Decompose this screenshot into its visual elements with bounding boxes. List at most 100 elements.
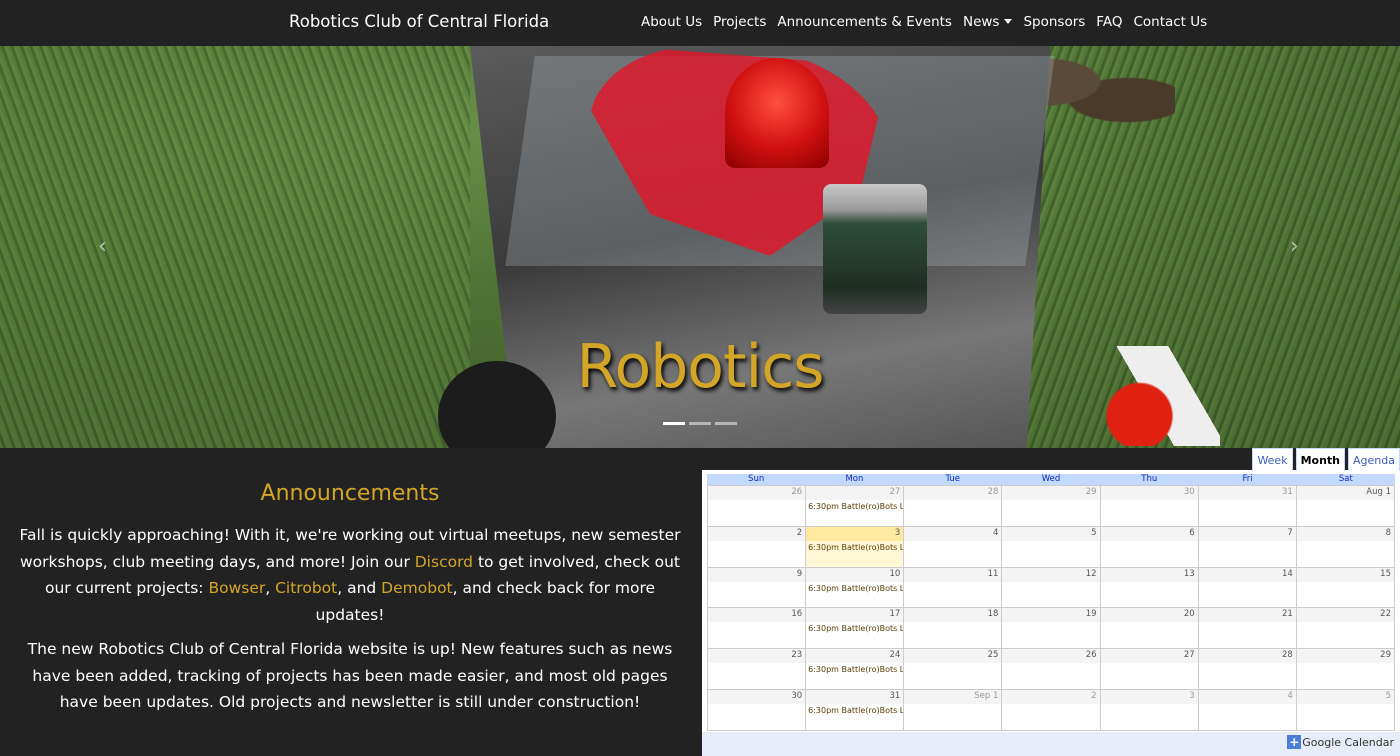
calendar-day-cell[interactable]: 2 <box>708 526 807 568</box>
calendar-day-cell[interactable]: 22 <box>1296 608 1395 650</box>
nav-news-label: News <box>962 14 1000 30</box>
day-number: 12 <box>1085 568 1097 579</box>
day-number: 18 <box>987 609 999 620</box>
tab-week[interactable]: Week <box>1252 448 1293 471</box>
calendar-day-cell[interactable]: 13 <box>1100 567 1199 609</box>
calendar-day-cell[interactable]: 21 <box>1198 608 1297 650</box>
announcements-section: Announcements Fall is quickly approachin… <box>0 448 700 756</box>
calendar-day-cell[interactable]: 7 <box>1198 526 1297 568</box>
carousel-prev-button[interactable]: ‹ <box>98 234 107 259</box>
nav-sponsors[interactable]: Sponsors <box>1023 14 1085 30</box>
carousel-indicator-3[interactable] <box>715 422 737 425</box>
calendar-day-cell[interactable]: 19 <box>1002 608 1101 650</box>
calendar-day-cell[interactable]: 26 <box>1002 649 1101 691</box>
calendar-day-cell[interactable]: 16 <box>708 608 807 650</box>
calendar-event[interactable]: 6:30pm Battle(ro)Bots Lab <box>808 502 903 511</box>
calendar-day-cell[interactable]: 29 <box>1002 486 1101 527</box>
calendar-event[interactable]: 6:30pm Battle(ro)Bots Lab <box>808 584 903 593</box>
calendar-day-cell[interactable]: 30 <box>1100 486 1199 527</box>
citrobot-link[interactable]: Citrobot <box>275 579 337 597</box>
calendar-day-cell[interactable]: 6 <box>1100 526 1199 568</box>
nav-news-dropdown[interactable]: News <box>962 14 1013 30</box>
tab-agenda[interactable]: Agenda <box>1348 448 1400 471</box>
calendar-footer: + Google Calendar <box>702 732 1400 756</box>
calendar-day-cell[interactable]: 3 <box>1100 690 1199 731</box>
calendar-day-cell[interactable]: Sep 1 <box>904 690 1003 731</box>
nav-announcements-events[interactable]: Announcements & Events <box>777 14 952 30</box>
calendar-day-cell[interactable]: 5 <box>1002 526 1101 568</box>
calendar-day-cell[interactable]: 11 <box>904 567 1003 609</box>
hero-title: Robotics <box>576 332 825 402</box>
calendar-day-cell[interactable]: 18 <box>904 608 1003 650</box>
day-number: 29 <box>1380 650 1391 661</box>
calendar-day-cell[interactable]: 27 <box>1100 649 1199 691</box>
day-band <box>1296 526 1394 541</box>
day-number: 24 <box>889 650 901 661</box>
calendar-event[interactable]: 6:30pm Battle(ro)Bots Lab <box>808 624 903 633</box>
day-number: 3 <box>894 527 901 538</box>
calendar-event[interactable]: 6:30pm Battle(ro)Bots Lab <box>808 665 903 674</box>
day-number: 13 <box>1183 568 1195 579</box>
calendar-day-cell[interactable]: 4 <box>904 526 1003 568</box>
calendar-event[interactable]: 6:30pm Battle(ro)Bots Lab <box>808 543 903 552</box>
discord-link[interactable]: Discord <box>415 553 473 571</box>
calendar-day-cell[interactable]: 12 <box>1002 567 1101 609</box>
nav-faq[interactable]: FAQ <box>1096 14 1122 30</box>
carousel-next-button[interactable]: › <box>1290 234 1299 259</box>
announcement-paragraph-2: The new Robotics Club of Central Florida… <box>27 640 673 711</box>
calendar-day-cell[interactable]: Aug 1 <box>1296 486 1395 527</box>
day-number: 2 <box>796 527 803 538</box>
day-number: 26 <box>791 487 803 497</box>
day-number: 14 <box>1282 568 1293 579</box>
carousel-indicator-1[interactable] <box>663 422 685 425</box>
plus-icon: + <box>1287 735 1302 749</box>
calendar-day-cell[interactable]: 20 <box>1100 608 1199 650</box>
demobot-link[interactable]: Demobot <box>381 579 452 597</box>
day-header: Mon <box>845 474 864 484</box>
calendar-day-cell[interactable]: 30 <box>708 690 807 731</box>
announcement-text: , <box>265 579 276 597</box>
nav-projects[interactable]: Projects <box>713 14 766 30</box>
carousel-indicator-2[interactable] <box>689 422 711 425</box>
calendar-day-cell[interactable]: 10 6:30pm Battle(ro)Bots Lab <box>806 567 905 609</box>
calendar-day-cell[interactable]: 25 <box>904 649 1003 691</box>
day-number: 21 <box>1282 609 1293 620</box>
calendar-day-cell[interactable]: 26 <box>708 486 807 527</box>
day-number: 28 <box>987 487 999 497</box>
tab-month[interactable]: Month <box>1295 448 1346 471</box>
calendar-day-cell[interactable]: 9 <box>708 567 807 609</box>
day-band <box>1100 526 1198 541</box>
calendar-day-cell[interactable]: 28 <box>1198 649 1297 691</box>
calendar-day-cell[interactable]: 24 6:30pm Battle(ro)Bots Lab <box>806 649 905 691</box>
day-band <box>806 526 904 541</box>
day-header: Thu <box>1141 474 1158 484</box>
calendar-day-cell[interactable]: 15 <box>1296 567 1395 609</box>
day-number: 5 <box>1091 527 1097 538</box>
calendar-day-cell[interactable]: 2 <box>1002 690 1101 731</box>
calendar-day-cell[interactable]: 28 <box>904 486 1003 527</box>
bowser-link[interactable]: Bowser <box>208 579 265 597</box>
calendar-day-cell[interactable]: 5 <box>1296 690 1395 731</box>
calendar-day-cell[interactable]: 3 6:30pm Battle(ro)Bots Lab <box>806 526 905 568</box>
google-calendar-link[interactable]: + Google Calendar <box>1287 735 1394 749</box>
calendar-event[interactable]: 6:30pm Battle(ro)Bots Lab <box>808 706 903 715</box>
calendar-day-cell[interactable]: 14 <box>1198 567 1297 609</box>
nav-contact-us[interactable]: Contact Us <box>1133 14 1207 30</box>
day-number: 7 <box>1287 527 1293 538</box>
day-header: Wed <box>1041 474 1061 484</box>
calendar-day-cell[interactable]: 23 <box>708 649 807 691</box>
calendar-day-cell[interactable]: 29 <box>1296 649 1395 691</box>
day-header: Sat <box>1338 474 1353 484</box>
calendar-toolbar: Week Month Agenda <box>702 448 1400 471</box>
calendar-day-cell[interactable]: 8 <box>1296 526 1395 568</box>
nav-about-us[interactable]: About Us <box>641 14 702 30</box>
calendar-day-cell[interactable]: 17 6:30pm Battle(ro)Bots Lab <box>806 608 905 650</box>
calendar-day-cell[interactable]: 31 6:30pm Battle(ro)Bots Lab <box>806 690 905 731</box>
calendar-day-cell[interactable]: 31 <box>1198 486 1297 527</box>
calendar-day-cell[interactable]: 4 <box>1198 690 1297 731</box>
day-number: 9 <box>796 568 803 579</box>
nav-links: About Us Projects Announcements & Events… <box>641 14 1218 30</box>
brand-link[interactable]: Robotics Club of Central Florida <box>289 12 549 31</box>
google-calendar-embed: Week Month Agenda Sun Mon Tue Wed Thu Fr… <box>702 448 1400 756</box>
calendar-day-cell[interactable]: 27 6:30pm Battle(ro)Bots Lab <box>806 486 905 527</box>
